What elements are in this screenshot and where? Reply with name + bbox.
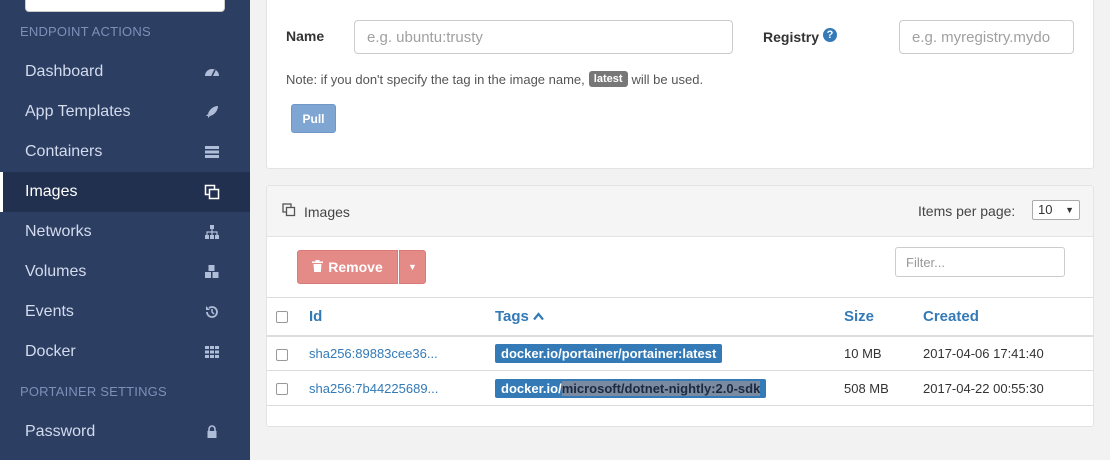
latest-tag-badge: latest — [588, 71, 628, 87]
sidebar: ENDPOINT ACTIONS Dashboard App Templates… — [0, 0, 250, 460]
sidebar-item-label: Events — [25, 303, 74, 320]
sidebar-item-label: Dashboard — [25, 63, 104, 80]
lock-icon — [204, 424, 220, 440]
server-icon — [204, 144, 220, 160]
table-row: sha256:7b44225689... docker.io/microsoft… — [267, 371, 1093, 406]
table-row: sha256:89883cee36... docker.io/portainer… — [267, 336, 1093, 371]
sidebar-item-label: Password — [25, 423, 96, 440]
remove-label: Remove — [328, 259, 383, 275]
image-id-link[interactable]: sha256:7b44225689... — [309, 381, 438, 396]
image-tag-badge: docker.io/microsoft/dotnet-nightly:2.0-s… — [495, 379, 767, 398]
sidebar-item-docker[interactable]: Docker — [0, 332, 250, 372]
section-endpoint-actions: ENDPOINT ACTIONS — [20, 24, 151, 39]
tag-prefix: docker.io/ — [501, 381, 562, 396]
note-prefix: Note: if you don't specify the tag in th… — [286, 71, 585, 87]
sort-chevron-up-icon — [533, 312, 544, 324]
sidebar-item-networks[interactable]: Networks — [0, 212, 250, 252]
image-name-input[interactable] — [354, 20, 733, 54]
column-created-label: Created — [923, 307, 979, 325]
column-tags[interactable]: Tags — [495, 298, 844, 336]
rocket-icon — [204, 104, 220, 120]
sitemap-icon — [204, 224, 220, 240]
registry-input[interactable] — [899, 20, 1074, 54]
trash-icon — [312, 259, 324, 275]
image-size: 10 MB — [844, 345, 882, 361]
column-size[interactable]: Size — [844, 298, 923, 336]
sidebar-item-events[interactable]: Events — [0, 292, 250, 332]
sidebar-item-app-templates[interactable]: App Templates — [0, 92, 250, 132]
images-title-text: Images — [304, 203, 350, 220]
sidebar-item-label: Networks — [25, 223, 92, 240]
sidebar-item-password[interactable]: Password — [0, 412, 250, 452]
remove-button[interactable]: Remove — [297, 250, 398, 284]
items-per-page-select[interactable]: 10 ▼ — [1032, 200, 1080, 220]
tag-name-selected: microsoft/dotnet-nightly:2.0-sdk — [561, 381, 761, 396]
column-id[interactable]: Id — [309, 298, 495, 336]
history-icon — [204, 304, 220, 320]
column-id-label: Id — [309, 307, 323, 325]
images-panel-title: Images — [282, 203, 350, 220]
sidebar-item-label: Images — [25, 183, 78, 200]
sidebar-item-label: App Templates — [25, 103, 131, 120]
row-checkbox[interactable] — [276, 383, 288, 396]
note-suffix: will be used. — [631, 71, 704, 87]
images-table: Id Tags Size Created sha256:89883cee36..… — [267, 297, 1093, 406]
images-panel-header: Images Items per page: 10 ▼ — [267, 186, 1093, 237]
sidebar-item-dashboard[interactable]: Dashboard — [0, 52, 250, 92]
caret-down-icon: ▼ — [1065, 205, 1074, 215]
column-tags-label: Tags — [495, 307, 529, 325]
sidebar-item-volumes[interactable]: Volumes — [0, 252, 250, 292]
clone-icon — [204, 184, 220, 200]
select-all-checkbox[interactable] — [276, 310, 288, 323]
remove-options-dropdown[interactable]: ▼ — [399, 250, 426, 284]
clone-icon — [282, 203, 296, 220]
items-per-page-value: 10 — [1038, 202, 1053, 217]
column-created[interactable]: Created — [923, 298, 1093, 336]
cubes-icon — [204, 264, 220, 280]
tag-name: portainer/portainer:latest — [561, 346, 717, 362]
question-circle-icon[interactable]: ? — [823, 28, 837, 42]
column-size-label: Size — [844, 307, 875, 325]
th-icon — [204, 344, 220, 360]
items-per-page-label: Items per page: — [918, 203, 1016, 219]
registry-label: Registry — [763, 29, 820, 45]
sidebar-item-label: Docker — [25, 343, 76, 360]
image-created: 2017-04-22 00:55:30 — [923, 380, 1044, 396]
pull-button[interactable]: Pull — [291, 104, 336, 133]
sidebar-item-containers[interactable]: Containers — [0, 132, 250, 172]
row-checkbox[interactable] — [276, 348, 288, 361]
sidebar-item-label: Volumes — [25, 263, 87, 280]
caret-down-icon: ▼ — [408, 262, 417, 272]
images-panel: Images Items per page: 10 ▼ Remove ▼ Id … — [266, 185, 1094, 427]
sidebar-item-label: Containers — [25, 143, 103, 160]
name-label: Name — [286, 28, 325, 44]
sidebar-item-images[interactable]: Images — [0, 172, 250, 212]
image-size: 508 MB — [844, 380, 889, 396]
table-header-row: Id Tags Size Created — [267, 297, 1093, 336]
sidebar-search-input[interactable] — [25, 0, 225, 12]
tag-note: Note: if you don't specify the tag in th… — [286, 71, 703, 87]
tachometer-icon — [204, 64, 220, 80]
image-tag-badge: docker.io/portainer/portainer:latest — [495, 344, 723, 364]
section-portainer-settings: PORTAINER SETTINGS — [20, 384, 167, 399]
tag-prefix: docker.io/ — [501, 346, 562, 362]
image-id-link[interactable]: sha256:89883cee36... — [309, 346, 438, 361]
image-created: 2017-04-06 17:41:40 — [923, 345, 1044, 361]
filter-input[interactable] — [895, 247, 1065, 277]
